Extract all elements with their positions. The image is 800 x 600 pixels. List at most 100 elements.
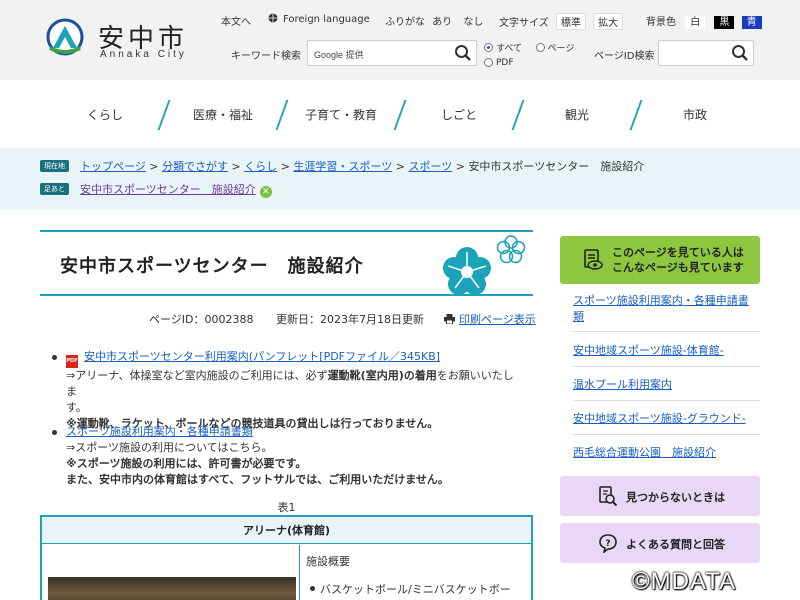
nav-item-medical[interactable]: 医療・福祉 (165, 80, 281, 148)
history-trail: 安中市スポーツセンター 施設紹介 ✕ (80, 181, 272, 198)
breadcrumb: トップページ > 分類でさがす > くらし > 生涯学習・スポーツ > スポーツ… (80, 158, 644, 174)
svg-text:?: ? (605, 539, 610, 549)
radio-icon (535, 43, 545, 52)
nav-item-childcare[interactable]: 子育て・教育 (283, 80, 399, 148)
arena-photo (48, 577, 296, 600)
close-icon[interactable]: ✕ (259, 186, 272, 198)
bullet-icon (52, 430, 57, 435)
copyright-watermark: ©MDATA (632, 568, 737, 595)
printer-icon (444, 314, 455, 325)
history-tag: 足あと (40, 183, 69, 195)
background-color-control: 背景色 白 黒 青 (646, 13, 762, 29)
content-item: PDF 安中市スポーツセンター利用案内(パンフレット[PDFファイル／345KB]… (52, 349, 522, 432)
content-text: す。 (66, 401, 87, 414)
content-note: また、安中市内の体育館はすべて、フットサルでは、ご利用いただけません。 (66, 473, 449, 486)
breadcrumb-separator: > (280, 160, 290, 173)
keyword-search-input[interactable]: Google 提供 (307, 40, 477, 66)
question-bubble-icon: ? (599, 534, 617, 553)
furigana-on-button[interactable]: あり (428, 13, 456, 28)
furigana-label: ふりがな (385, 17, 425, 28)
print-link[interactable]: 印刷ページ表示 (444, 311, 536, 327)
breadcrumb-separator: > (395, 160, 405, 173)
search-icon[interactable] (731, 44, 749, 62)
pdf-icon: PDF (66, 355, 78, 368)
print-label: 印刷ページ表示 (459, 313, 536, 326)
font-size-large-button[interactable]: 拡大 (593, 13, 624, 30)
related-title-line: こんなページも見ています (612, 261, 744, 274)
not-found-label: 見つからないときは (626, 491, 725, 504)
page-title-box: 安中市スポーツセンター 施設紹介 (40, 230, 533, 296)
globe-icon (268, 13, 278, 23)
breadcrumb-link[interactable]: 分類でさがす (162, 160, 228, 173)
furigana-off-button[interactable]: なし (459, 13, 487, 28)
facility-guide-link[interactable]: スポーツ施設利用案内・各種申請書類 (66, 425, 253, 438)
breadcrumb-link[interactable]: 生涯学習・スポーツ (293, 160, 392, 173)
nav-item-work[interactable]: しごと (401, 80, 517, 148)
related-link[interactable]: スポーツ施設利用案内・各種申請書類 (573, 293, 753, 325)
related-link[interactable]: 安中地域スポーツ施設-体育館- (573, 343, 753, 359)
pamphlet-pdf-link[interactable]: 安中市スポーツセンター利用案内(パンフレット[PDFファイル／345KB] (84, 350, 440, 363)
foreign-language-label: Foreign language (283, 14, 370, 25)
history-link[interactable]: 安中市スポーツセンター 施設紹介 (80, 183, 256, 196)
bg-black-button[interactable]: 黒 (714, 16, 735, 29)
facility-table: アリーナ(体育館) 施設概要 バスケットボール/ミニバスケットボー (40, 515, 533, 600)
nav-item-tourism[interactable]: 観光 (519, 80, 635, 148)
nav-item-city[interactable]: 市政 (637, 80, 753, 148)
scope-pdf-radio[interactable]: PDF (484, 58, 514, 68)
search-placeholder: Google 提供 (314, 50, 364, 60)
font-size-control: 文字サイズ 標準 拡大 (499, 13, 624, 30)
page-id-input[interactable] (658, 40, 754, 66)
scope-page-radio[interactable]: ページ (535, 41, 575, 54)
breadcrumb-separator: > (149, 160, 159, 173)
breadcrumb-link[interactable]: くらし (244, 160, 277, 173)
content-item: スポーツ施設利用案内・各種申請書類 ⇒スポーツ施設の利用についてはこちら。 ※ス… (52, 424, 522, 488)
radio-icon (484, 58, 493, 67)
bullet-icon (52, 355, 57, 360)
not-found-button[interactable]: 見つからないときは (560, 476, 760, 516)
table-divider (299, 545, 300, 600)
keyword-search-label: キーワード検索 (231, 51, 301, 62)
breadcrumb-area: 現在地 トップページ > 分類でさがす > くらし > 生涯学習・スポーツ > … (0, 148, 800, 210)
font-size-standard-button[interactable]: 標準 (555, 13, 586, 30)
breadcrumb-link[interactable]: スポーツ (408, 160, 452, 173)
table-header: アリーナ(体育館) (42, 517, 531, 544)
furigana-control: ふりがな あり なし (385, 13, 487, 28)
content-text: ⇒スポーツ施設の利用についてはこちら。 (66, 441, 273, 454)
bg-blue-button[interactable]: 青 (741, 16, 762, 29)
page-title: 安中市スポーツセンター 施設紹介 (60, 256, 364, 277)
table-caption: 表1 (277, 501, 296, 514)
faq-label: よくある質問と回答 (626, 538, 725, 551)
breadcrumb-separator: > (455, 160, 465, 173)
nav-item-kurashi[interactable]: くらし (47, 80, 163, 148)
related-title-line: このページを見ている人は (612, 246, 744, 259)
bg-white-button[interactable]: 白 (685, 16, 706, 29)
faq-button[interactable]: ? よくある質問と回答 (560, 523, 760, 563)
related-pages-title: このページを見ている人は こんなページも見ています (612, 245, 744, 275)
related-link[interactable]: 温水プール利用案内 (573, 377, 753, 393)
scope-all-label: すべて (496, 44, 523, 54)
content-emphasis: 運動靴(室内用)の着用 (327, 369, 437, 382)
related-link[interactable]: 西毛総合運動公園 施設紹介 (573, 445, 753, 461)
content-note: ※スポーツ施設の利用には、許可書が必要です。 (66, 457, 307, 470)
related-link[interactable]: 安中地域スポーツ施設-グラウンド- (573, 411, 753, 427)
related-divider (573, 331, 760, 332)
foreign-language-link[interactable]: Foreign language (268, 13, 370, 25)
skip-to-content-link[interactable]: 本文へ (221, 13, 251, 28)
breadcrumb-tag: 現在地 (40, 160, 69, 172)
site-logo[interactable]: 安中市 Annaka City (46, 18, 206, 64)
search-icon[interactable] (454, 44, 472, 62)
scope-page-label: ページ (547, 44, 575, 54)
scope-all-radio[interactable]: すべて (484, 41, 522, 54)
content-text: ⇒アリーナ、体操室など室内施設のご利用には、必ず運動靴(室内用)の着用をお願いい… (66, 368, 522, 400)
city-emblem-icon (46, 18, 84, 56)
site-header: 安中市 Annaka City 本文へ Foreign language ふりが… (0, 0, 800, 80)
related-divider (573, 434, 760, 435)
logo-subtitle: Annaka City (100, 49, 187, 60)
table-cell-label: 施設概要 (306, 555, 350, 568)
breadcrumb-link[interactable]: トップページ (80, 160, 146, 173)
breadcrumb-current: 安中市スポーツセンター 施設紹介 (468, 160, 645, 173)
content-text-part: ⇒アリーナ、体操室など室内施設のご利用には、必ず (66, 369, 328, 382)
global-nav: くらし 医療・福祉 子育て・教育 しごと 観光 市政 (0, 80, 800, 148)
scope-pdf-label: PDF (496, 57, 514, 68)
table-cell-item: バスケットボール/ミニバスケットボー (310, 583, 511, 596)
